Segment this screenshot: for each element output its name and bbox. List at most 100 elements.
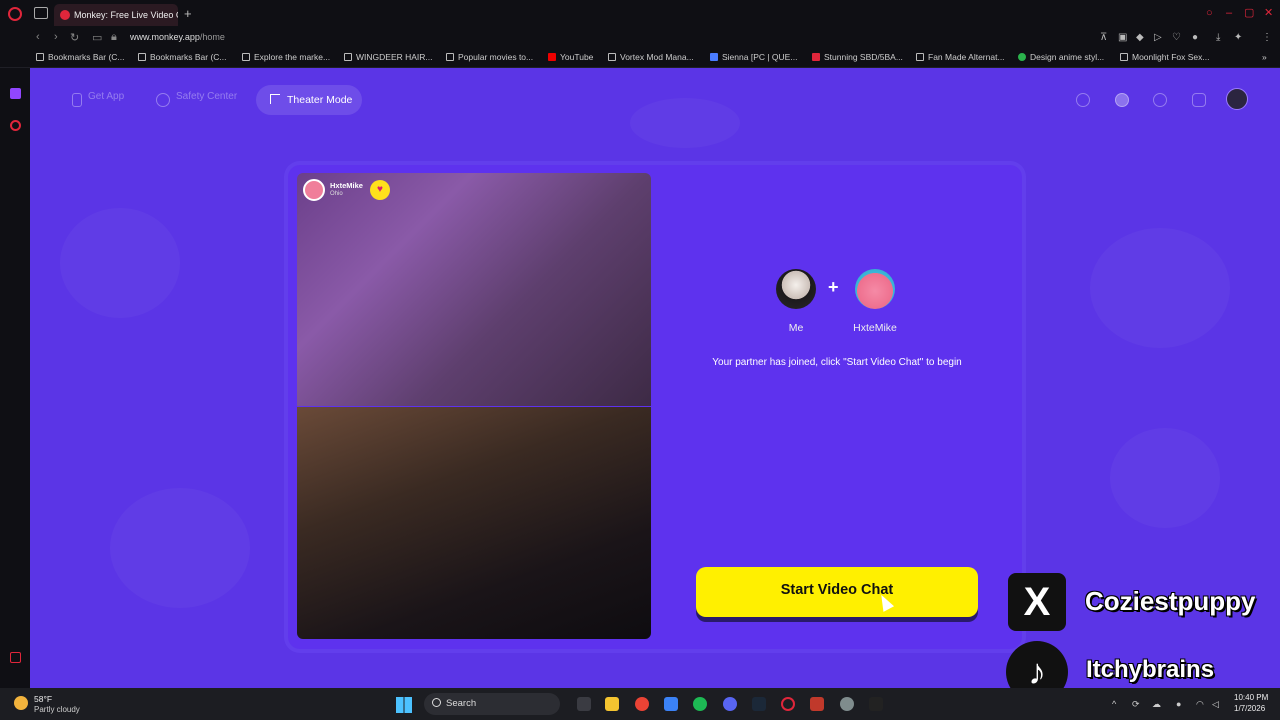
page-icon bbox=[242, 53, 250, 61]
bookmark-item[interactable]: WINGDEER HAIR... bbox=[344, 52, 433, 62]
chrome-icon[interactable] bbox=[635, 697, 649, 711]
site-icon bbox=[344, 53, 352, 61]
page-icon bbox=[446, 53, 454, 61]
screenshot-icon[interactable]: ▣ bbox=[1118, 32, 1127, 43]
site-icon bbox=[812, 53, 820, 61]
app-icon[interactable] bbox=[840, 697, 854, 711]
bookmark-item[interactable]: YouTube bbox=[548, 52, 593, 62]
start-video-chat-button[interactable]: Start Video Chat bbox=[696, 567, 978, 617]
site-icon bbox=[916, 53, 924, 61]
steam-icon[interactable] bbox=[752, 697, 766, 711]
weather-description: Partly cloudy bbox=[34, 705, 80, 714]
lock-icon: 🔒︎ bbox=[111, 31, 117, 43]
opera-logo-icon[interactable] bbox=[8, 7, 22, 21]
plus-icon: + bbox=[828, 277, 839, 297]
x-logo-icon: X bbox=[1008, 573, 1066, 631]
search-icon[interactable] bbox=[1076, 93, 1090, 107]
spotify-icon[interactable] bbox=[693, 697, 707, 711]
bookmark-item[interactable]: Design anime styl... bbox=[1018, 52, 1104, 62]
discord-icon[interactable] bbox=[723, 697, 737, 711]
opera-gx-taskbar-icon[interactable] bbox=[781, 697, 795, 711]
safety-center-link[interactable]: Safety Center bbox=[176, 91, 237, 102]
wifi-icon[interactable]: ◠ bbox=[1196, 699, 1204, 710]
windows-start-icon[interactable] bbox=[396, 697, 412, 713]
new-tab-button[interactable]: + bbox=[184, 6, 192, 21]
bookmark-item[interactable]: Fan Made Alternat... bbox=[916, 52, 1005, 62]
copilot-icon[interactable] bbox=[664, 697, 678, 711]
reload-icon[interactable]: ↻ bbox=[70, 31, 79, 44]
get-app-link[interactable]: Get App bbox=[88, 91, 124, 102]
opera-sidebar bbox=[0, 68, 30, 688]
chat-icon[interactable] bbox=[1192, 93, 1206, 107]
close-window-icon[interactable]: ✕ bbox=[1264, 8, 1274, 19]
bookmark-item[interactable]: Sienna [PC | QUE... bbox=[710, 52, 797, 62]
weather-icon[interactable] bbox=[14, 696, 28, 710]
shield-icon bbox=[156, 93, 170, 107]
monkey-favicon-icon bbox=[60, 10, 70, 20]
app-icon[interactable] bbox=[810, 697, 824, 711]
volume-icon[interactable]: ◁ bbox=[1212, 699, 1219, 710]
shield-icon[interactable]: ◆ bbox=[1136, 32, 1144, 43]
bookmark-item[interactable]: Popular movies to... bbox=[446, 52, 533, 62]
clock-time[interactable]: 10:40 PM bbox=[1234, 693, 1268, 702]
more-bookmarks-icon[interactable]: » bbox=[1262, 52, 1267, 62]
partner-tag-location: Ohio bbox=[330, 191, 343, 197]
match-panel: + Me HxteMike Your partner has joined, c… bbox=[660, 173, 1014, 639]
self-video bbox=[297, 407, 651, 639]
bookmark-item[interactable]: Bookmarks Bar (C... bbox=[36, 52, 125, 62]
opera-gx-icon[interactable] bbox=[10, 120, 21, 131]
history-icon[interactable] bbox=[1153, 93, 1167, 107]
partner-tag[interactable]: HxteMike Ohio bbox=[303, 179, 363, 201]
taskbar-search-label: Search bbox=[446, 698, 477, 709]
partner-joined-message: Your partner has joined, click "Start Vi… bbox=[712, 357, 962, 368]
download-icon[interactable]: ⤓ bbox=[1216, 32, 1220, 43]
bookmark-item[interactable]: Explore the marke... bbox=[242, 52, 330, 62]
heart-icon[interactable]: ♡ bbox=[1172, 32, 1181, 43]
maximize-icon[interactable]: ▢ bbox=[1244, 8, 1254, 19]
coins-icon[interactable] bbox=[1115, 93, 1129, 107]
clock-date[interactable]: 1/7/2026 bbox=[1234, 704, 1265, 713]
user-avatar[interactable] bbox=[1226, 88, 1248, 110]
bookmark-item[interactable]: Stunning SBD/5BA... bbox=[812, 52, 903, 62]
task-view-icon[interactable] bbox=[577, 697, 591, 711]
partner-avatar bbox=[855, 269, 895, 309]
tab-monkey[interactable]: Monkey: Free Live Video C bbox=[54, 4, 178, 26]
tray-overflow-icon[interactable]: ^ bbox=[1112, 699, 1116, 709]
phone-icon bbox=[72, 93, 82, 107]
browser-tab-bar: Monkey: Free Live Video C + ○ – ▢ ✕ bbox=[0, 0, 1280, 28]
minimize-icon[interactable]: – bbox=[1226, 8, 1236, 19]
partner-tag-name: HxteMike bbox=[330, 181, 363, 190]
cloud-icon[interactable]: ☁ bbox=[1152, 699, 1161, 710]
taskbar-search[interactable]: Search bbox=[424, 693, 560, 715]
bookmark-item[interactable]: Bookmarks Bar (C... bbox=[138, 52, 227, 62]
partner-video bbox=[297, 173, 651, 406]
site-icon bbox=[608, 53, 616, 61]
bookmark-item[interactable]: Moonlight Fox Sex... bbox=[1120, 52, 1209, 62]
twitch-icon[interactable] bbox=[10, 88, 21, 99]
site-icon bbox=[1120, 53, 1128, 61]
app-icon[interactable] bbox=[869, 697, 883, 711]
bookmark-item[interactable]: Vortex Mod Mana... bbox=[608, 52, 694, 62]
address-bar: ‹ › ↻ ▭ 🔒︎ www.monkey.app/home ⊼ ▣ ◆ ▷ ♡… bbox=[0, 28, 1280, 48]
gx-corner-icon[interactable] bbox=[10, 652, 21, 663]
folder-icon bbox=[36, 53, 44, 61]
profile-icon[interactable]: ● bbox=[1192, 32, 1198, 43]
search-tabs-icon[interactable]: ○ bbox=[1206, 8, 1216, 19]
player-icon[interactable]: ▷ bbox=[1154, 32, 1162, 43]
tab-switcher-icon[interactable] bbox=[34, 7, 48, 19]
url-field[interactable]: www.monkey.app/home bbox=[130, 32, 225, 42]
theater-mode-label: Theater Mode bbox=[287, 94, 353, 106]
me-label: Me bbox=[788, 322, 804, 334]
heart-icon[interactable]: ♥ bbox=[370, 180, 390, 200]
back-icon[interactable]: ‹ bbox=[36, 31, 40, 43]
youtube-icon bbox=[548, 53, 556, 61]
me-avatar bbox=[776, 269, 816, 309]
pin-icon[interactable]: ⊼ bbox=[1100, 32, 1107, 43]
mic-icon[interactable]: ● bbox=[1176, 699, 1181, 709]
menu-icon[interactable]: ⋮ bbox=[1262, 32, 1272, 43]
file-explorer-icon[interactable] bbox=[605, 697, 619, 711]
sync-icon[interactable]: ⟳ bbox=[1132, 699, 1140, 710]
forward-icon[interactable]: › bbox=[54, 31, 58, 43]
snapshot-icon[interactable]: ▭ bbox=[92, 31, 102, 44]
ai-icon[interactable]: ✦ bbox=[1234, 32, 1242, 43]
